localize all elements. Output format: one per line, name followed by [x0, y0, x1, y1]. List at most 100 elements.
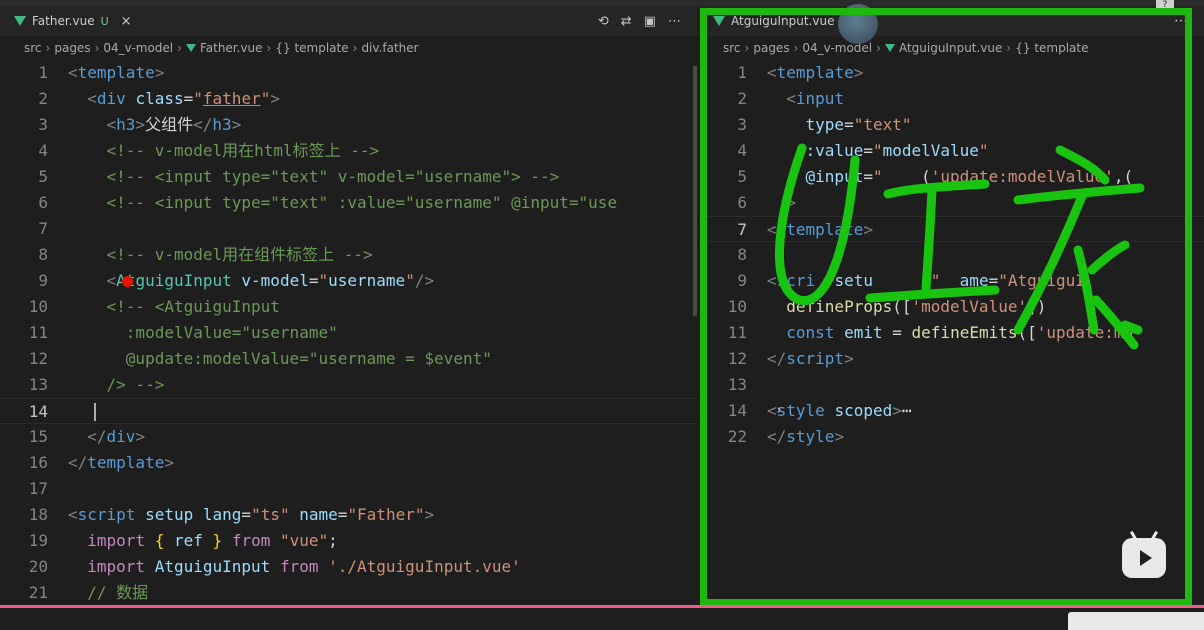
line-number[interactable]: 18 — [0, 502, 68, 528]
code-text: </style> — [767, 427, 845, 446]
line-number[interactable]: 5 — [699, 164, 767, 190]
line-number[interactable]: 14 — [0, 399, 68, 423]
line-number[interactable]: 3 — [0, 112, 68, 138]
code-line[interactable]: 19 import { ref } from "vue"; — [0, 528, 697, 554]
code-line[interactable]: 13 — [699, 372, 1204, 398]
line-number[interactable]: 1 — [0, 60, 68, 86]
code-line[interactable]: 1 <template> — [0, 60, 697, 86]
line-number[interactable]: 11 — [0, 320, 68, 346]
breadcrumb-separator-icon: › — [793, 41, 799, 55]
line-number[interactable]: 13 — [699, 372, 767, 398]
breadcrumb-item[interactable]: pages — [54, 41, 90, 55]
more-actions-icon[interactable]: ⋯ — [668, 14, 681, 29]
tab-bar: Father.vue U × ⟲ ⇄ ▣ ⋯ — [0, 6, 697, 36]
code-text: <!-- <input type="text" v-model="usernam… — [106, 167, 560, 186]
breadcrumb-item[interactable]: {} template — [1015, 41, 1088, 55]
line-number[interactable]: 21 — [0, 580, 68, 606]
tab-atguiguinput-vue[interactable]: AtguiguInput.vue — [713, 6, 834, 36]
code-text: <!-- v-model用在html标签上 --> — [106, 141, 380, 160]
code-line[interactable]: 1 <template> — [699, 60, 1204, 86]
line-number[interactable]: 9 — [0, 268, 68, 294]
line-number[interactable]: 4 — [0, 138, 68, 164]
line-number[interactable]: 5 — [0, 164, 68, 190]
breadcrumb-item[interactable]: div.father — [361, 41, 418, 55]
line-number[interactable]: 15 — [0, 424, 68, 450]
breadcrumb-item[interactable]: src — [723, 41, 741, 55]
code-line[interactable]: 3 <h3>父组件</h3> — [0, 112, 697, 138]
line-number[interactable]: 22 — [699, 424, 767, 450]
line-number[interactable]: 12 — [0, 346, 68, 372]
code-line[interactable]: 14 <style scoped>⋯ › — [699, 398, 1204, 424]
breakpoint-icon[interactable] — [122, 276, 133, 287]
line-number[interactable]: 10 — [699, 294, 767, 320]
code-line[interactable]: 2 <div class="father"> — [0, 86, 697, 112]
code-line[interactable]: 12 @update:modelValue="username = $event… — [0, 346, 697, 372]
line-number[interactable]: 7 — [0, 216, 68, 242]
breadcrumb-separator-icon: › — [94, 41, 100, 55]
line-number[interactable]: 9 — [699, 268, 767, 294]
line-number[interactable]: 12 — [699, 346, 767, 372]
line-number[interactable]: 16 — [0, 450, 68, 476]
close-tab-icon[interactable]: × — [121, 14, 132, 29]
code-line[interactable]: 13 /> --> — [0, 372, 697, 398]
line-number[interactable]: 1 — [699, 60, 767, 86]
code-line[interactable]: 6 <!-- <input type="text" :value="userna… — [0, 190, 697, 216]
line-number[interactable]: 13 — [0, 372, 68, 398]
code-line[interactable]: 2 <input — [699, 86, 1204, 112]
breadcrumb-item[interactable]: Father.vue — [200, 41, 263, 55]
line-number[interactable]: 8 — [699, 242, 767, 268]
code-line[interactable]: 5 <!-- <input type="text" v-model="usern… — [0, 164, 697, 190]
line-number[interactable]: 20 — [0, 554, 68, 580]
code-line[interactable]: 21 // 数据 — [0, 580, 697, 606]
breadcrumb-item[interactable]: {} template — [275, 41, 348, 55]
video-progress-bar[interactable] — [0, 605, 1204, 608]
code-text: </div> — [87, 427, 146, 446]
line-number[interactable]: 8 — [0, 242, 68, 268]
code-line[interactable]: 14 — [0, 398, 697, 424]
line-number[interactable]: 11 — [699, 320, 767, 346]
timeline-icon[interactable]: ⟲ — [598, 14, 609, 29]
help-icon[interactable]: ? — [1156, 0, 1174, 10]
code-line[interactable]: 15 </div> — [0, 424, 697, 450]
code-line[interactable]: 18 <script setup lang="ts" name="Father"> — [0, 502, 697, 528]
line-number[interactable]: 3 — [699, 112, 767, 138]
code-line[interactable]: 20 import AtguiguInput from './AtguiguIn… — [0, 554, 697, 580]
line-number[interactable]: 2 — [699, 86, 767, 112]
breadcrumb-item[interactable]: 04_v-model — [103, 41, 173, 55]
breadcrumb-item[interactable]: AtguiguInput.vue — [899, 41, 1002, 55]
code-text: <input — [786, 89, 845, 108]
vue-file-icon — [14, 16, 26, 26]
tab-father-vue[interactable]: Father.vue U × — [14, 6, 132, 36]
code-area[interactable]: 1 <template> 2 <div class="father"> 3 <h3>父… — [0, 60, 697, 606]
code-text: /> --> — [106, 375, 165, 394]
code-line[interactable]: 16 </template> — [0, 450, 697, 476]
code-line[interactable]: 11 :modelValue="username" — [0, 320, 697, 346]
line-number[interactable]: 4 — [699, 138, 767, 164]
breadcrumb-item[interactable]: pages — [753, 41, 789, 55]
split-editor-icon[interactable]: ▣ — [644, 14, 656, 29]
line-number[interactable]: 14 — [699, 398, 767, 424]
scrollbar[interactable] — [693, 66, 697, 316]
line-number[interactable]: 7 — [699, 217, 767, 241]
line-number[interactable]: 10 — [0, 294, 68, 320]
line-number[interactable]: 6 — [699, 190, 767, 216]
vue-file-icon — [185, 44, 196, 52]
code-line[interactable]: 9 <AtguiguInput v-model="username"/> — [0, 268, 697, 294]
code-line[interactable]: 8 <!-- v-model用在组件标签上 --> — [0, 242, 697, 268]
code-text: // 数据 — [87, 583, 149, 602]
more-actions-icon[interactable]: ⋯ — [1174, 6, 1188, 36]
fold-chevron-icon[interactable]: › — [775, 398, 783, 424]
line-number[interactable]: 6 — [0, 190, 68, 216]
bilibili-play-icon[interactable] — [1122, 538, 1166, 578]
code-line[interactable]: 17 — [0, 476, 697, 502]
line-number[interactable]: 17 — [0, 476, 68, 502]
code-line[interactable]: 10 <!-- <AtguiguInput — [0, 294, 697, 320]
editor-pane-father[interactable]: Father.vue U × ⟲ ⇄ ▣ ⋯ src › pages › 04_v-mo… — [0, 6, 697, 606]
code-line[interactable]: 7 — [0, 216, 697, 242]
code-line[interactable]: 4 <!-- v-model用在html标签上 --> — [0, 138, 697, 164]
breadcrumb-item[interactable]: src — [24, 41, 42, 55]
line-number[interactable]: 19 — [0, 528, 68, 554]
code-line[interactable]: 22 </style> — [699, 424, 1204, 450]
compare-changes-icon[interactable]: ⇄ — [621, 14, 632, 29]
line-number[interactable]: 2 — [0, 86, 68, 112]
